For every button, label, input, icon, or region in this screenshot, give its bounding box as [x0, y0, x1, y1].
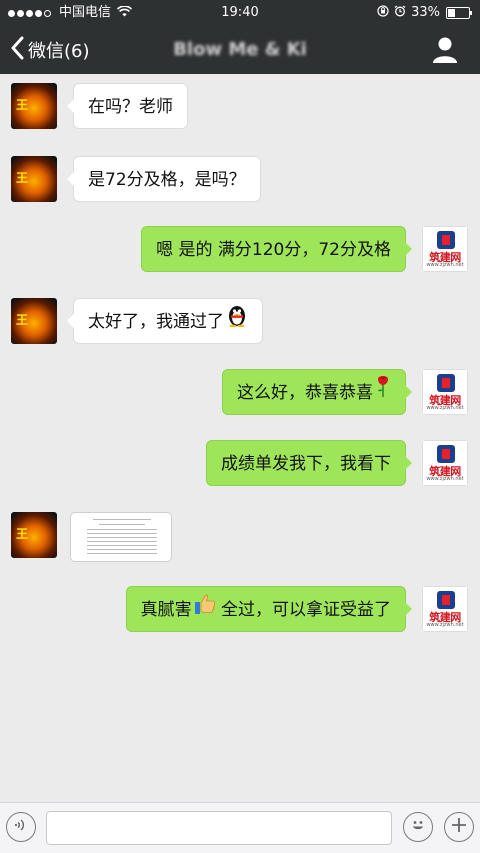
avatar-glyph: 王	[16, 527, 29, 541]
brand-url: www.zjzwn.net	[426, 405, 464, 411]
alarm-icon	[394, 0, 406, 26]
avatar[interactable]: 筑建网 www.zjzwn.net	[422, 586, 468, 632]
message-text: 是72分及格，是吗？	[88, 170, 246, 190]
message-bubble-incoming[interactable]: 在吗？老师	[67, 83, 188, 129]
top-bar: 中国电信 19:40 33% 微信(6) Blow Me & Ki	[0, 0, 480, 74]
brand-logo-icon	[437, 445, 455, 463]
brand-url: www.zjzwn.net	[426, 476, 464, 482]
brand-logo-icon	[437, 374, 455, 392]
message-text: 真腻害	[140, 600, 192, 620]
profile-icon[interactable]	[432, 36, 458, 64]
tiger-avatar: 王	[11, 298, 57, 344]
nav-bar: 微信(6) Blow Me & Ki	[0, 26, 480, 74]
message-bubble-outgoing[interactable]: 成绩单发我下，我看下	[206, 440, 412, 486]
message-text: 太好了，我通过了	[88, 312, 224, 332]
doc-line	[87, 545, 157, 546]
chat-area[interactable]: 王 在吗？老师 王 是72分及格，是吗？ 嗯 是的 满分120分，72分及格 筑…	[0, 74, 480, 802]
message-text: 成绩单发我下，我看下	[221, 454, 391, 474]
score-report-image[interactable]	[70, 512, 172, 562]
doc-line	[99, 524, 145, 525]
battery-percent: 33%	[411, 5, 440, 20]
avatar[interactable]: 王	[11, 298, 57, 344]
voice-button[interactable]	[6, 812, 36, 842]
message-bubble-outgoing[interactable]: 嗯 是的 满分120分，72分及格	[141, 226, 412, 272]
composer-bar	[0, 802, 480, 853]
message-text: 在吗？老师	[88, 97, 173, 117]
doc-line	[87, 541, 157, 542]
brand-url: www.zjzwn.net	[426, 262, 464, 268]
avatar-glyph: 王	[16, 171, 29, 185]
message-bubble-outgoing[interactable]: 这么好，恭喜恭喜	[222, 369, 412, 416]
battery-fill	[448, 9, 455, 17]
brand-avatar: 筑建网 www.zjzwn.net	[422, 369, 468, 415]
doc-line	[87, 533, 157, 534]
voice-icon	[13, 817, 29, 837]
message-text: 全过，可以拿证受益了	[215, 600, 391, 620]
rose-emoji-icon	[375, 370, 391, 416]
chat-title: Blow Me & Ki	[173, 39, 307, 60]
avatar-glyph: 王	[16, 98, 29, 112]
avatar[interactable]: 筑建网 www.zjzwn.net	[422, 440, 468, 486]
thumbs-up-emoji-icon	[194, 587, 216, 633]
brand-logo-icon	[437, 591, 455, 609]
doc-line	[87, 529, 157, 530]
doc-line	[93, 519, 151, 520]
orientation-lock-icon	[377, 0, 389, 26]
doc-line	[87, 549, 157, 550]
emoji-button[interactable]	[403, 812, 433, 842]
avatar[interactable]: 王	[11, 83, 57, 129]
status-right-group: 33%	[377, 0, 472, 26]
doc-line	[87, 537, 157, 538]
avatar[interactable]: 王	[11, 512, 57, 558]
brand-url: www.zjzwn.net	[426, 622, 464, 628]
brand-avatar: 筑建网 www.zjzwn.net	[422, 586, 468, 632]
plus-icon	[451, 817, 467, 837]
tiger-avatar: 王	[11, 83, 57, 129]
avatar[interactable]: 王	[11, 156, 57, 202]
battery-icon	[446, 7, 472, 19]
brand-avatar: 筑建网 www.zjzwn.net	[422, 226, 468, 272]
avatar[interactable]: 筑建网 www.zjzwn.net	[422, 369, 468, 415]
plus-button[interactable]	[444, 812, 474, 842]
message-text: 嗯 是的 满分120分，72分及格	[156, 240, 391, 260]
emoji-icon	[409, 816, 427, 838]
avatar-glyph: 王	[16, 313, 29, 327]
message-bubble-incoming[interactable]: 是72分及格，是吗？	[67, 156, 261, 202]
message-bubble-outgoing[interactable]: 真腻害 全过，可以拿证受益了	[125, 586, 413, 633]
doc-line	[87, 553, 157, 554]
tiger-avatar: 王	[11, 156, 57, 202]
message-input[interactable]	[46, 811, 392, 845]
tiger-avatar: 王	[11, 512, 57, 558]
status-bar: 中国电信 19:40 33%	[0, 0, 480, 26]
message-bubble-incoming[interactable]: 太好了，我通过了	[67, 298, 263, 345]
message-text: 这么好，恭喜恭喜	[237, 383, 373, 403]
penguin-emoji-icon	[226, 299, 248, 345]
brand-avatar: 筑建网 www.zjzwn.net	[422, 440, 468, 486]
brand-logo-icon	[437, 231, 455, 249]
avatar[interactable]: 筑建网 www.zjzwn.net	[422, 226, 468, 272]
